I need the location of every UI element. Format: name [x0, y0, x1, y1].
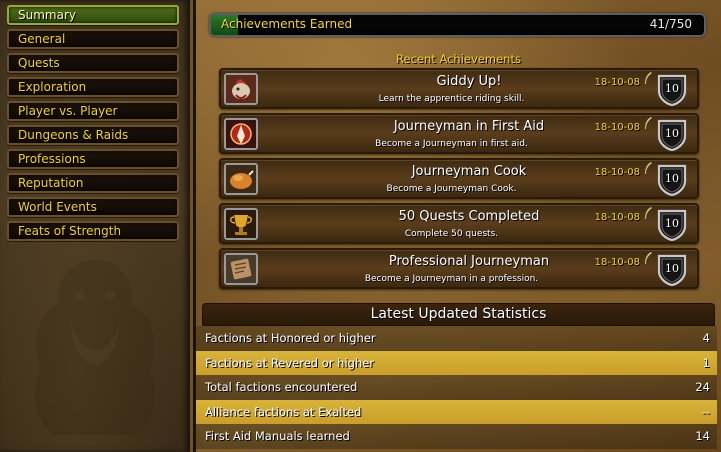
recent-achievements-list: Giddy Up! Learn the apprentice riding sk…: [219, 68, 699, 293]
achievement-points-shield: 10: [655, 208, 689, 241]
achievement-row[interactable]: 50 Quests Completed Complete 50 quests. …: [219, 203, 699, 244]
achievement-row[interactable]: Giddy Up! Learn the apprentice riding sk…: [219, 68, 699, 109]
statistic-label: Factions at Honored or higher: [205, 331, 376, 345]
statistic-row[interactable]: Factions at Honored or higher 4: [196, 326, 717, 351]
achievement-description: Become a Journeyman in a profession.: [364, 274, 539, 284]
dwarf-watermark-icon: [35, 260, 155, 435]
category-professions[interactable]: Professions: [7, 149, 179, 169]
achievement-points-shield: 10: [655, 163, 689, 196]
recent-achievements-title: Recent Achievements: [396, 52, 521, 66]
statistic-label: Factions at Revered or higher: [205, 355, 375, 370]
statistic-value: 1: [702, 355, 710, 370]
progress-label: Achievements Earned: [221, 17, 353, 31]
category-dungeons-raids[interactable]: Dungeons & Raids: [7, 125, 179, 145]
statistic-value: 4: [702, 331, 710, 345]
achievement-title: Professional Journeyman: [388, 254, 550, 269]
quill-icon: [645, 252, 652, 264]
progress-count: 41/750: [649, 17, 692, 31]
achievement-date: 18-10-08: [594, 257, 640, 268]
quill-icon: [645, 162, 652, 174]
achievement-row[interactable]: Professional Journeyman Become a Journey…: [219, 248, 699, 289]
category-quests[interactable]: Quests: [7, 53, 179, 73]
statistic-value: --: [701, 404, 710, 419]
category-reputation[interactable]: Reputation: [7, 173, 179, 193]
horse-icon: [224, 73, 258, 105]
category-exploration[interactable]: Exploration: [7, 77, 179, 97]
statistic-label: Total factions encountered: [205, 380, 358, 394]
first-aid-icon: [224, 118, 258, 150]
achievement-points: 10: [665, 217, 679, 230]
achievement-description: Become a Journeyman Cook.: [386, 184, 517, 194]
achievement-points: 10: [665, 127, 679, 140]
quill-icon: [645, 117, 652, 129]
achievement-date: 18-10-08: [594, 122, 640, 133]
achievement-points: 10: [665, 172, 679, 185]
statistic-value: 24: [695, 380, 710, 394]
quill-icon: [645, 207, 652, 219]
achievement-date: 18-10-08: [594, 212, 640, 223]
category-general[interactable]: General: [7, 29, 179, 49]
category-player-vs-player[interactable]: Player vs. Player: [7, 101, 179, 121]
statistic-label: First Aid Manuals learned: [205, 429, 350, 443]
statistic-label: Alliance factions at Exalted: [205, 404, 362, 419]
quill-icon: [645, 72, 652, 84]
achievement-title: Giddy Up!: [436, 74, 502, 89]
achievement-title: 50 Quests Completed: [398, 209, 540, 224]
statistics-header: Latest Updated Statistics: [202, 303, 715, 326]
achievement-points-shield: 10: [655, 73, 689, 106]
achievement-points-shield: 10: [655, 253, 689, 286]
statistic-row[interactable]: Factions at Revered or higher 1: [196, 350, 717, 375]
achievements-progress-bar: Achievements Earned 41/750: [209, 13, 706, 37]
category-list: Summary General Quests Exploration Playe…: [7, 5, 179, 245]
summary-panel: Achievements Earned 41/750 Recent Achiev…: [196, 0, 721, 452]
achievement-date: 18-10-08: [594, 77, 640, 88]
scroll-icon: [224, 253, 258, 285]
achievement-description: Become a Journeyman in first aid.: [375, 139, 528, 149]
achievement-points-shield: 10: [655, 118, 689, 151]
statistic-value: 14: [695, 429, 710, 443]
trophy-cup-icon: [224, 208, 258, 240]
category-summary[interactable]: Summary: [7, 5, 179, 25]
statistic-row[interactable]: First Aid Manuals learned 14: [196, 424, 717, 449]
achievement-row[interactable]: Journeyman in First Aid Become a Journey…: [219, 113, 699, 154]
category-feats-of-strength[interactable]: Feats of Strength: [7, 221, 179, 241]
roast-chicken-icon: [224, 163, 258, 195]
statistics-list: Factions at Honored or higher 4 Factions…: [196, 326, 717, 449]
achievement-description: Learn the apprentice riding skill.: [378, 94, 525, 104]
achievement-title: Journeyman Cook: [411, 164, 527, 179]
category-sidebar: Summary General Quests Exploration Playe…: [0, 0, 193, 452]
category-world-events[interactable]: World Events: [7, 197, 179, 217]
achievement-title: Journeyman in First Aid: [393, 119, 545, 134]
statistic-row[interactable]: Alliance factions at Exalted --: [196, 399, 717, 424]
achievement-row[interactable]: Journeyman Cook Become a Journeyman Cook…: [219, 158, 699, 199]
achievement-points: 10: [665, 82, 679, 95]
achievement-points: 10: [665, 262, 679, 275]
achievement-description: Complete 50 quests.: [404, 229, 499, 239]
statistic-row[interactable]: Total factions encountered 24: [196, 375, 717, 400]
achievement-date: 18-10-08: [594, 167, 640, 178]
